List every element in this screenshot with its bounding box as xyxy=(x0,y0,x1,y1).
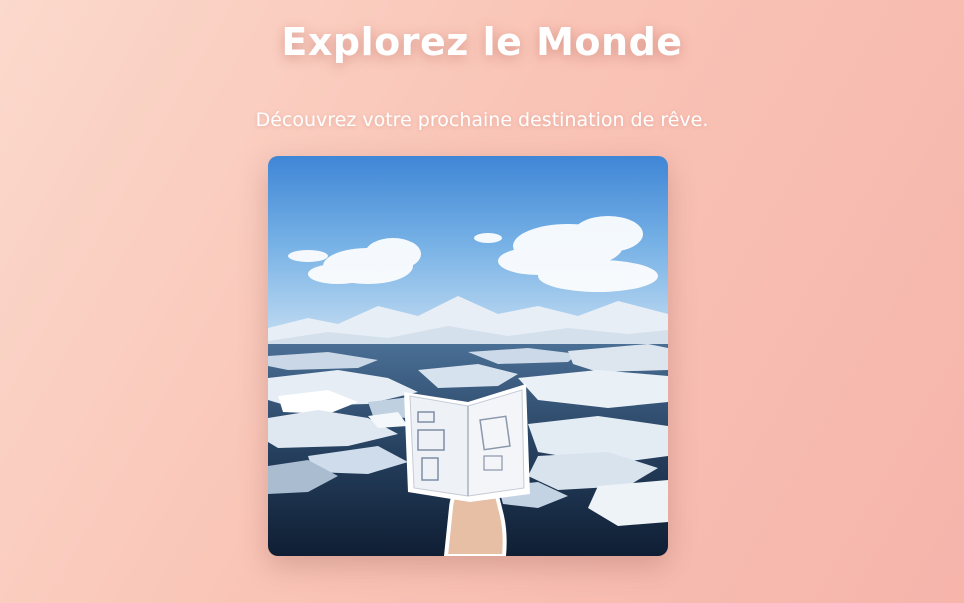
page-subtitle: Découvrez votre prochaine destination de… xyxy=(255,109,709,131)
page-title: Explorez le Monde xyxy=(281,20,683,64)
hero-image xyxy=(268,156,668,556)
glacier-passport-illustration xyxy=(268,156,668,556)
